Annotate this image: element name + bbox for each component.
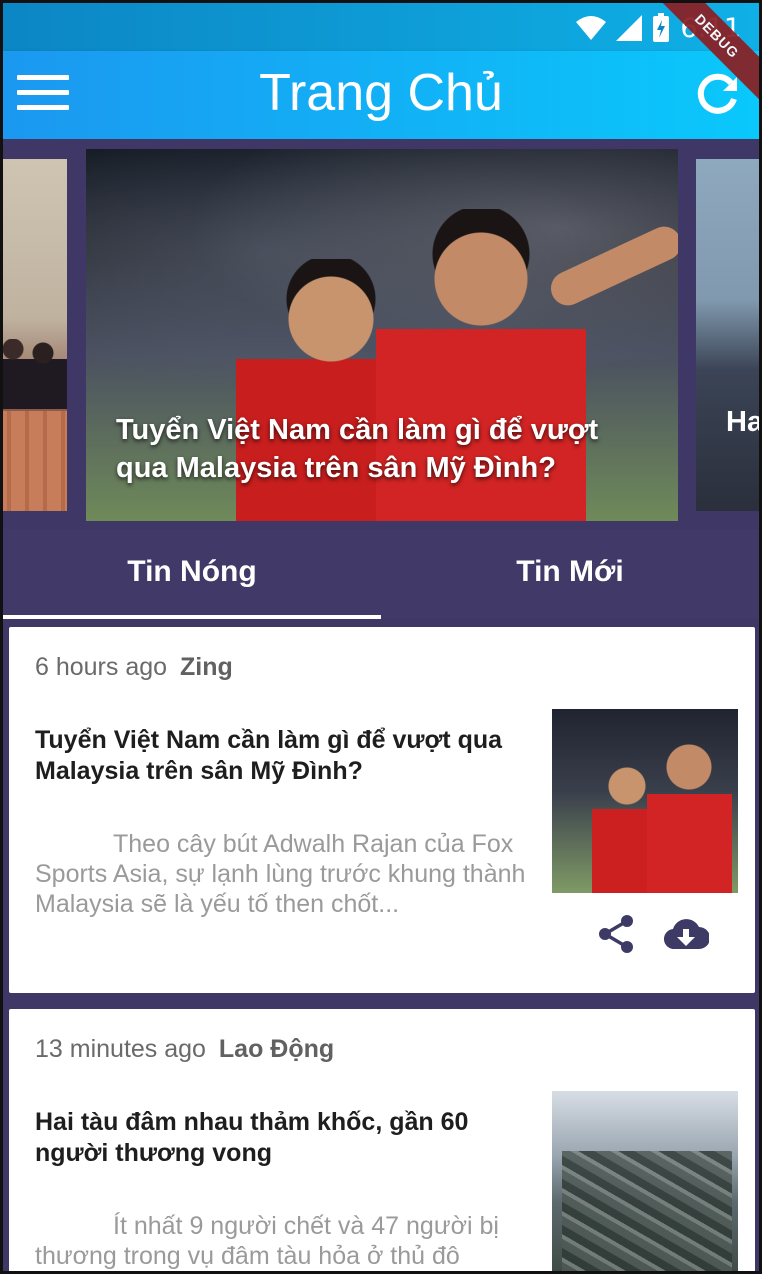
status-bar: 6:11 <box>3 3 759 51</box>
article-thumbnail[interactable] <box>552 709 738 893</box>
wifi-icon <box>576 16 607 40</box>
slide-caption-partial: Ha ngu <box>726 406 762 438</box>
article-summary: Ít nhất 9 người chết và 47 người bị thươ… <box>35 1212 499 1270</box>
article-time: 6 hours ago <box>35 653 168 681</box>
carousel-slide-previous[interactable] <box>3 159 67 511</box>
tab-hot-news[interactable]: Tin Nóng <box>3 529 381 619</box>
article-meta: 6 hours ago Zing <box>35 653 233 682</box>
tab-latest-news[interactable]: Tin Mới <box>381 529 759 619</box>
cell-signal-icon <box>616 15 643 41</box>
article-card[interactable]: 13 minutes ago Lao Động Hai tàu đâm nhau… <box>9 1009 755 1271</box>
article-headline[interactable]: Tuyển Việt Nam cần làm gì để vượt qua Ma… <box>35 725 541 787</box>
app-bar: Trang Chủ <box>3 51 759 139</box>
carousel-slide-next[interactable]: Ha ngu <box>696 159 762 511</box>
app-screen: 6:11 DEBUG Trang Chủ Tuyển Việt Nam cần … <box>0 0 762 1274</box>
article-thumbnail[interactable] <box>552 1091 738 1271</box>
battery-charging-icon <box>653 13 670 42</box>
article-card[interactable]: 6 hours ago Zing Tuyển Việt Nam cần làm … <box>9 627 755 993</box>
cloud-download-icon[interactable] <box>663 911 709 957</box>
article-time: 13 minutes ago <box>35 1035 206 1063</box>
news-carousel[interactable]: Tuyển Việt Nam cần làm gì để vượt qua Ma… <box>3 139 759 529</box>
article-meta: 13 minutes ago Lao Động <box>35 1035 334 1064</box>
slide-caption: Tuyển Việt Nam cần làm gì để vượt qua Ma… <box>116 414 599 484</box>
refresh-icon[interactable] <box>695 73 739 117</box>
page-title: Trang Chủ <box>259 64 503 122</box>
article-source: Zing <box>180 653 233 681</box>
tab-bar: Tin Nóng Tin Mới <box>3 529 759 619</box>
article-headline[interactable]: Hai tàu đâm nhau thảm khốc, gần 60 người… <box>35 1107 541 1169</box>
carousel-slide-current[interactable]: Tuyển Việt Nam cần làm gì để vượt qua Ma… <box>86 149 678 521</box>
tab-indicator <box>3 615 381 619</box>
article-actions <box>593 911 709 957</box>
share-icon[interactable] <box>593 911 639 957</box>
article-summary: Theo cây bút Adwalh Rajan của Fox Sports… <box>35 830 526 918</box>
article-source: Lao Động <box>218 1035 335 1063</box>
